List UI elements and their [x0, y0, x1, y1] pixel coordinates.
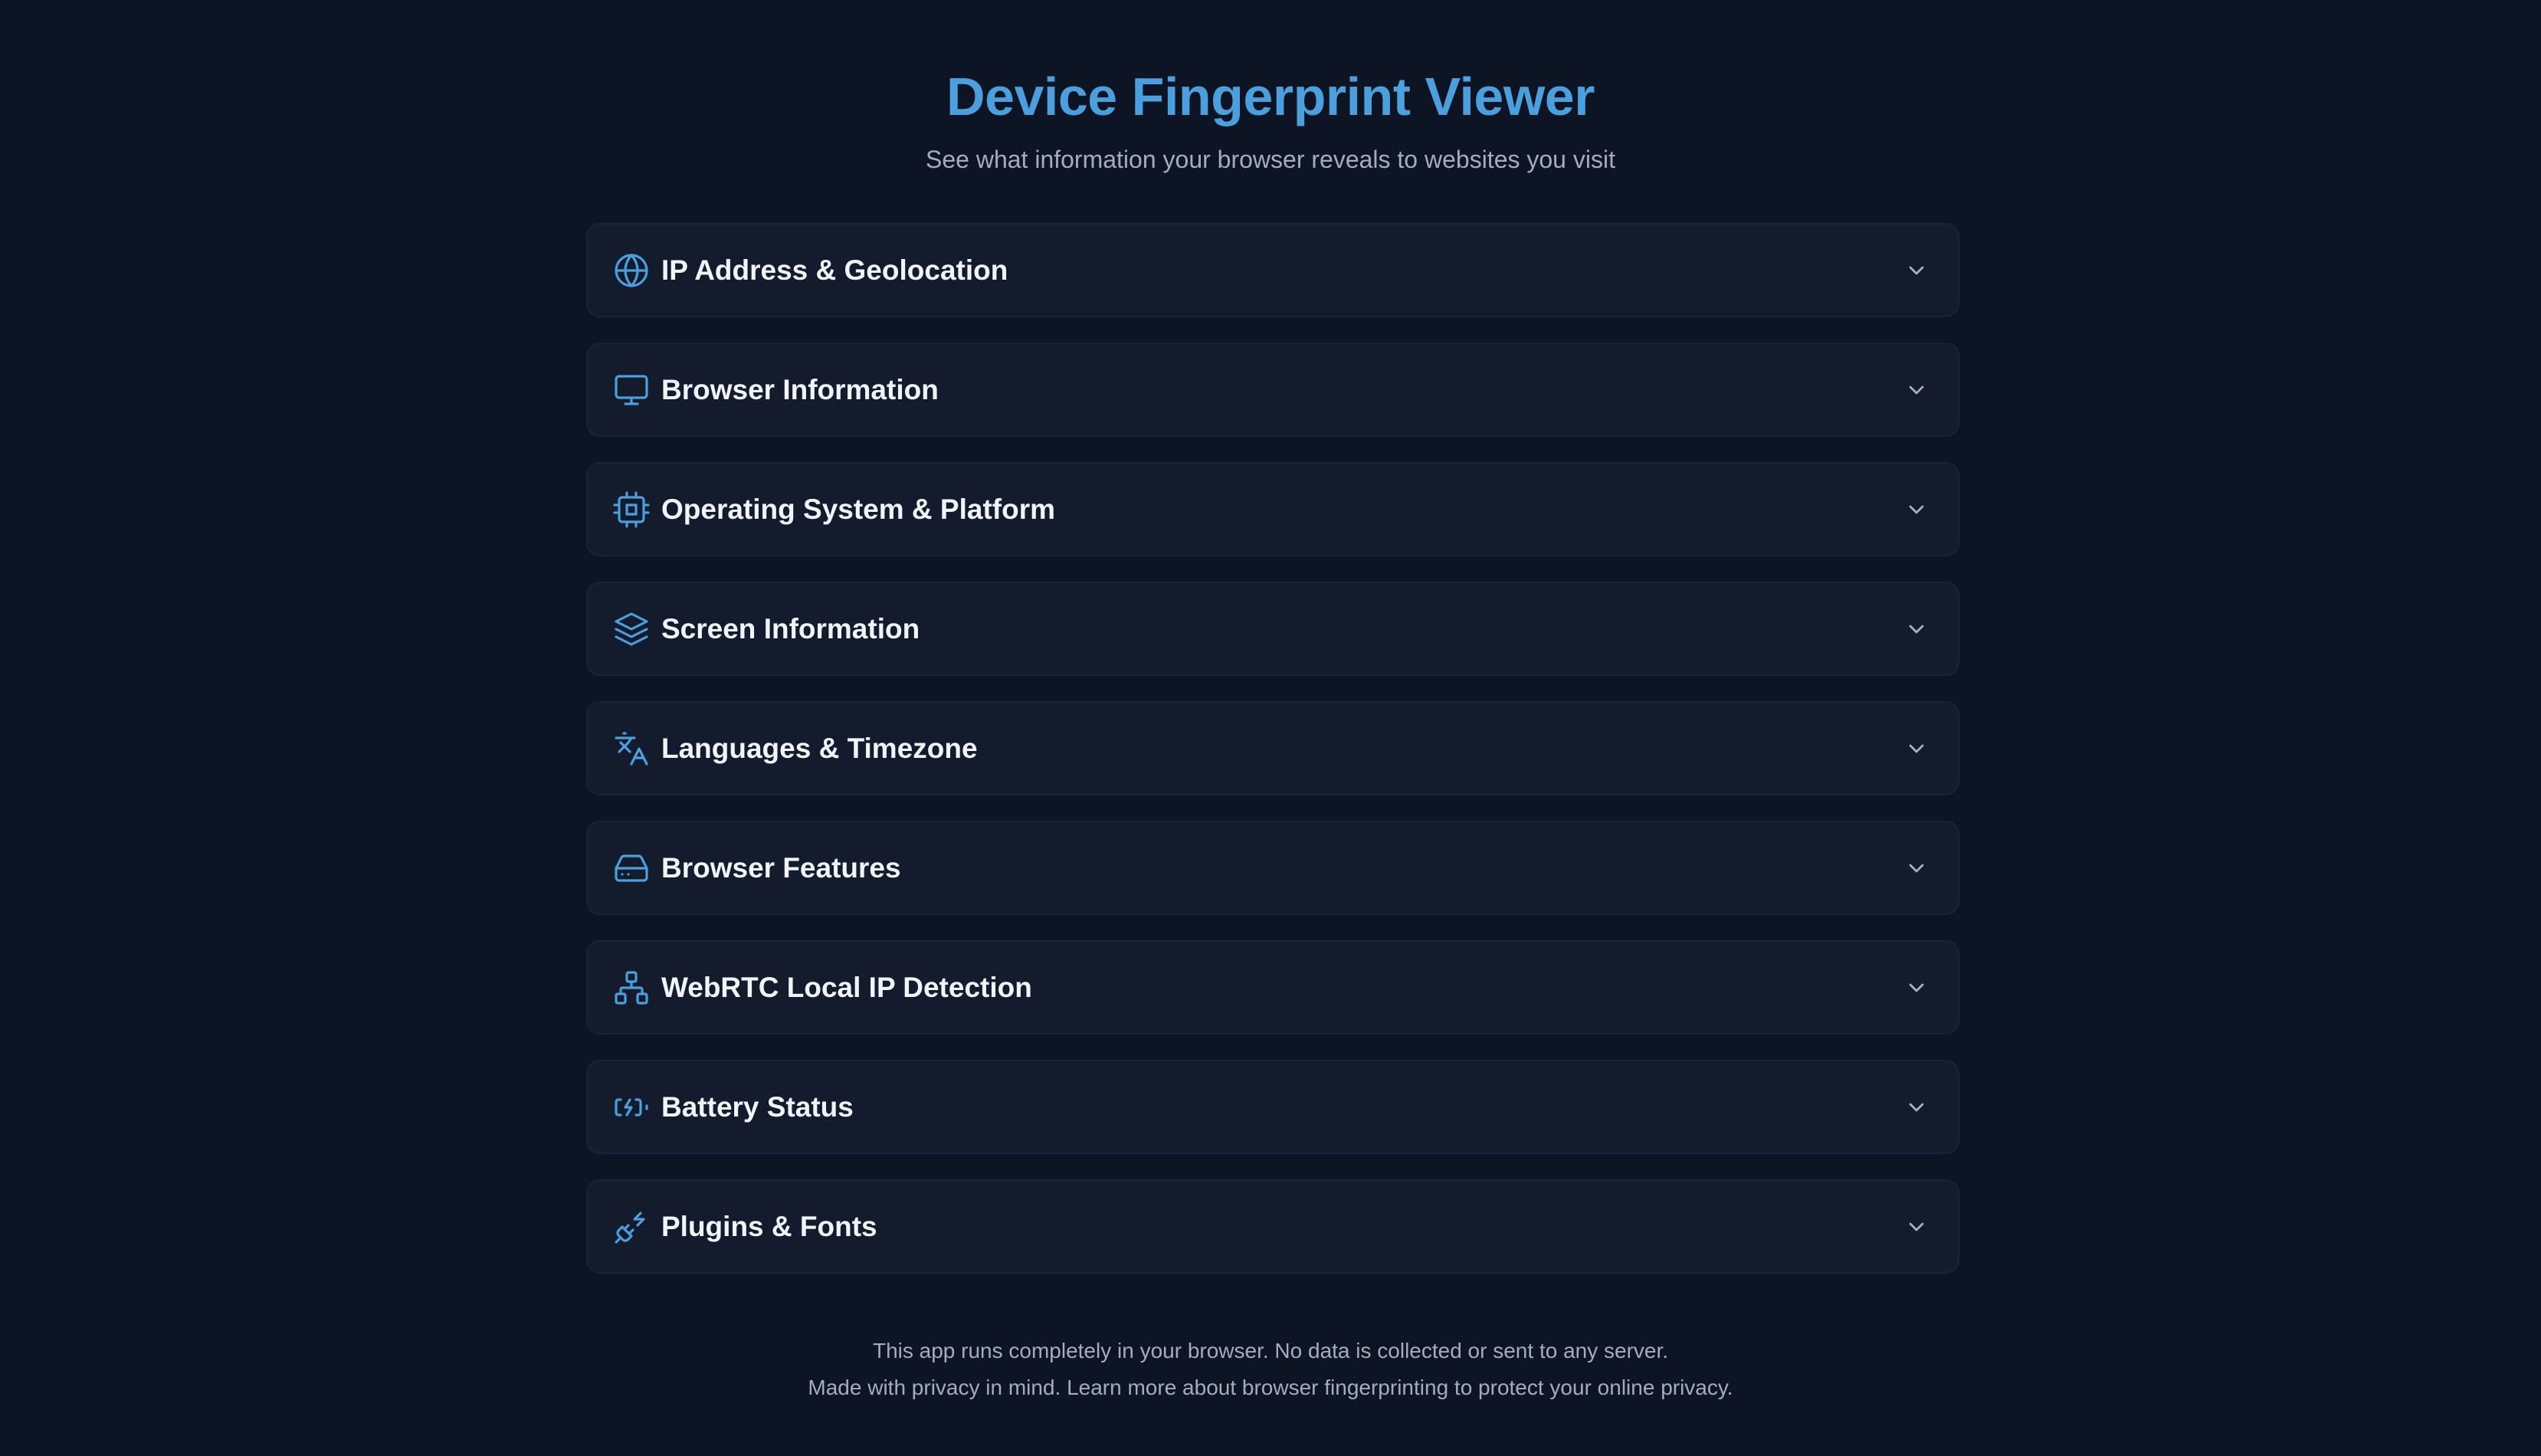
- footer-line-1: This app runs completely in your browser…: [872, 1339, 1669, 1363]
- translate-icon: [612, 730, 651, 768]
- page: Device Fingerprint Viewer See what infor…: [0, 0, 2541, 1456]
- section-label: WebRTC Local IP Detection: [661, 971, 1032, 1003]
- section-languages-timezone[interactable]: Languages & Timezone: [586, 701, 1959, 795]
- chevron-down-icon[interactable]: [1901, 853, 1932, 884]
- section-screen-information[interactable]: Screen Information: [586, 582, 1959, 676]
- network-icon: [612, 969, 651, 1007]
- accordion-list: IP Address & Geolocation Browser Informa…: [586, 223, 1959, 1299]
- layers-icon: [612, 610, 651, 648]
- section-label: Languages & Timezone: [661, 732, 978, 764]
- section-label: Operating System & Platform: [661, 493, 1056, 525]
- globe-icon: [612, 251, 651, 290]
- chevron-down-icon[interactable]: [1901, 733, 1932, 764]
- plug-icon: [612, 1208, 651, 1246]
- page-header: Device Fingerprint Viewer See what infor…: [0, 0, 2541, 175]
- cpu-icon: [612, 490, 651, 529]
- chevron-down-icon[interactable]: [1901, 972, 1932, 1003]
- monitor-icon: [612, 371, 651, 409]
- footer-line-2: Made with privacy in mind. Learn more ab…: [808, 1376, 1733, 1399]
- chevron-down-icon[interactable]: [1901, 375, 1932, 405]
- section-label: Battery Status: [661, 1090, 854, 1123]
- section-browser-information[interactable]: Browser Information: [586, 343, 1959, 437]
- hard-drive-icon: [612, 849, 651, 887]
- section-ip-geolocation[interactable]: IP Address & Geolocation: [586, 223, 1959, 317]
- section-label: Screen Information: [661, 612, 920, 644]
- section-battery-status[interactable]: Battery Status: [586, 1060, 1959, 1154]
- battery-charging-icon: [612, 1088, 651, 1126]
- section-webrtc-local-ip[interactable]: WebRTC Local IP Detection: [586, 940, 1959, 1035]
- page-footer: This app runs completely in your browser…: [0, 1333, 2541, 1406]
- section-browser-features[interactable]: Browser Features: [586, 821, 1959, 915]
- section-label: Plugins & Fonts: [661, 1210, 877, 1242]
- section-label: Browser Information: [661, 373, 939, 405]
- page-title: Device Fingerprint Viewer: [946, 67, 1595, 126]
- section-label: IP Address & Geolocation: [661, 254, 1008, 286]
- chevron-down-icon[interactable]: [1901, 1212, 1932, 1242]
- section-label: Browser Features: [661, 851, 901, 884]
- section-operating-system[interactable]: Operating System & Platform: [586, 462, 1959, 556]
- chevron-down-icon[interactable]: [1901, 255, 1932, 286]
- chevron-down-icon[interactable]: [1901, 614, 1932, 644]
- chevron-down-icon[interactable]: [1901, 1092, 1932, 1123]
- section-plugins-fonts[interactable]: Plugins & Fonts: [586, 1179, 1959, 1274]
- page-subtitle: See what information your browser reveal…: [926, 146, 1615, 173]
- chevron-down-icon[interactable]: [1901, 494, 1932, 525]
